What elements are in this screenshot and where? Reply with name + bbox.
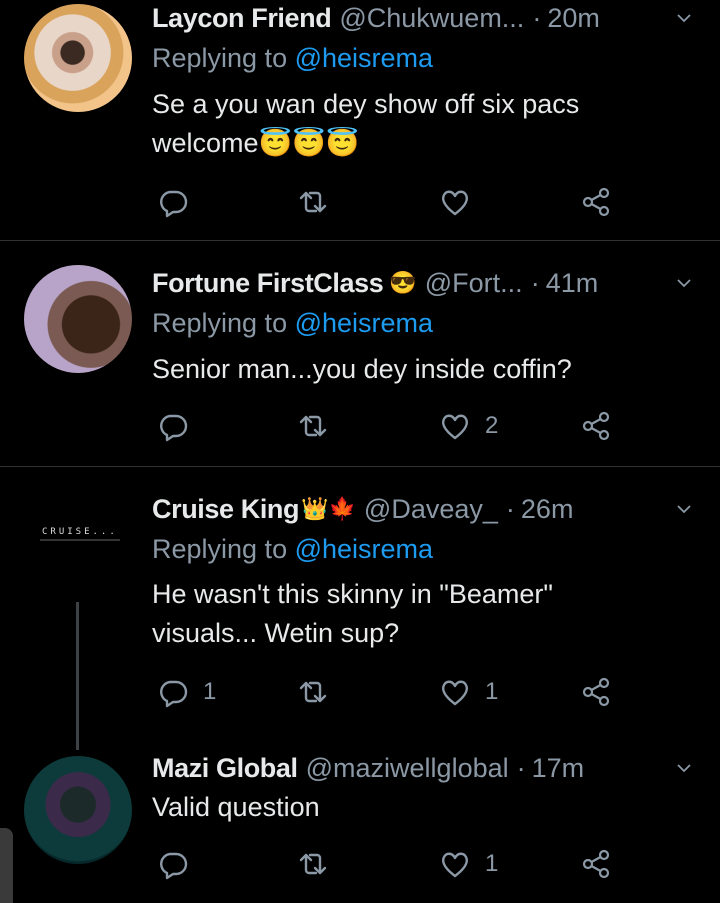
tweet-header: Cruise King 👑🍁 @Daveay_ · 26m: [152, 491, 720, 527]
share-button[interactable]: [580, 672, 612, 712]
share-icon: [582, 677, 610, 707]
heart-icon: [441, 414, 469, 440]
chevron-down-icon[interactable]: [676, 501, 692, 517]
reply-button[interactable]: [157, 406, 203, 446]
reply-icon: [160, 852, 188, 880]
reply-button[interactable]: [157, 182, 203, 222]
tweet-header: Mazi Global @maziwellglobal · 17m: [152, 750, 720, 786]
reply-icon: [160, 680, 188, 708]
tweet-header: Fortune FirstClass 😎 @Fort... · 41m: [152, 265, 720, 301]
reply-icon: [160, 414, 188, 442]
mention-link[interactable]: @heisrema: [295, 534, 433, 564]
replying-to: Replying to @heisrema: [152, 534, 433, 565]
timestamp[interactable]: 41m: [546, 268, 599, 299]
heart-icon: [441, 680, 469, 706]
retweet-button[interactable]: [297, 406, 343, 446]
avatar[interactable]: [24, 756, 132, 864]
share-button[interactable]: [580, 406, 612, 446]
reply-button[interactable]: [157, 844, 203, 884]
like-count: 1: [485, 850, 499, 877]
retweet-button[interactable]: [297, 672, 343, 712]
retweet-icon: [299, 191, 327, 213]
user-handle[interactable]: @Fort...: [425, 268, 523, 299]
name-emoji: 👑🍁: [301, 496, 356, 521]
retweet-icon: [299, 681, 327, 703]
mention-link[interactable]: @heisrema: [295, 308, 433, 338]
avatar[interactable]: [24, 265, 132, 373]
tweet-text: Valid question: [152, 792, 320, 822]
tweet[interactable]: Laycon Friend @Chukwuem... · 20m Replyin…: [0, 0, 720, 240]
like-count: 1: [485, 678, 499, 705]
share-icon: [582, 849, 610, 879]
reply-count: 1: [203, 678, 217, 705]
avatar[interactable]: CRUISE...: [24, 487, 132, 595]
share-button[interactable]: [580, 182, 612, 222]
action-bar: [152, 182, 622, 222]
action-bar: 1: [152, 844, 622, 884]
retweet-icon: [299, 853, 327, 875]
retweet-button[interactable]: [297, 844, 343, 884]
avatar-logo-underline: [40, 539, 120, 541]
display-name[interactable]: Mazi Global: [152, 753, 298, 784]
user-handle[interactable]: @Chukwuem...: [339, 3, 524, 34]
separator-dot: ·: [532, 2, 542, 33]
retweet-icon: [299, 415, 327, 437]
chevron-down-icon[interactable]: [676, 760, 692, 776]
tweet[interactable]: Mazi Global @maziwellglobal · 17m Valid …: [0, 738, 720, 903]
reply-button[interactable]: 1: [157, 672, 216, 712]
display-name[interactable]: Fortune FirstClass: [152, 268, 384, 299]
thread-connector: [76, 602, 79, 750]
retweet-button[interactable]: [297, 182, 343, 222]
separator-dot: ·: [530, 267, 540, 298]
replying-to: Replying to @heisrema: [152, 43, 433, 74]
like-button[interactable]: 1: [439, 672, 498, 712]
replying-to-label: Replying to: [152, 308, 288, 338]
like-button[interactable]: 2: [439, 406, 498, 446]
avatar[interactable]: [24, 4, 132, 112]
replying-to-label: Replying to: [152, 43, 288, 73]
timestamp[interactable]: 17m: [532, 753, 585, 784]
chevron-down-icon[interactable]: [676, 275, 692, 291]
name-emoji: 😎: [389, 270, 417, 295]
tweet-header: Laycon Friend @Chukwuem... · 20m: [152, 0, 720, 36]
separator-dot: ·: [505, 493, 515, 524]
timestamp[interactable]: 20m: [547, 3, 600, 34]
tweet-text: Se a you wan dey show off six pacs welco…: [152, 89, 580, 158]
share-button[interactable]: [580, 844, 612, 884]
like-button[interactable]: [439, 182, 485, 222]
heart-icon: [441, 852, 469, 878]
like-button[interactable]: 1: [439, 844, 498, 884]
reply-icon: [160, 190, 188, 218]
display-name[interactable]: Cruise King: [152, 494, 300, 525]
tweet[interactable]: CRUISE... Cruise King 👑🍁 @Daveay_ · 26m …: [0, 467, 720, 737]
tweet-text: He wasn't this skinny in "Beamer" visual…: [152, 579, 553, 648]
avatar-logo-text: CRUISE...: [42, 527, 118, 537]
user-handle[interactable]: @maziwellglobal: [306, 753, 509, 784]
like-count: 2: [485, 412, 499, 439]
chevron-down-icon[interactable]: [676, 10, 692, 26]
mention-link[interactable]: @heisrema: [295, 43, 433, 73]
share-icon: [582, 411, 610, 441]
action-bar: 2: [152, 406, 622, 446]
tweet[interactable]: Fortune FirstClass 😎 @Fort... · 41m Repl…: [0, 241, 720, 466]
action-bar: 1 1: [152, 672, 622, 712]
heart-icon: [441, 190, 469, 216]
separator-dot: ·: [516, 752, 526, 783]
share-icon: [582, 187, 610, 217]
timestamp[interactable]: 26m: [521, 494, 574, 525]
replying-to: Replying to @heisrema: [152, 308, 433, 339]
tweet-text: Senior man...you dey inside coffin?: [152, 354, 572, 384]
replying-to-label: Replying to: [152, 534, 288, 564]
user-handle[interactable]: @Daveay_: [364, 494, 498, 525]
display-name[interactable]: Laycon Friend: [152, 3, 332, 34]
scrollbar-thumb[interactable]: [0, 828, 13, 903]
